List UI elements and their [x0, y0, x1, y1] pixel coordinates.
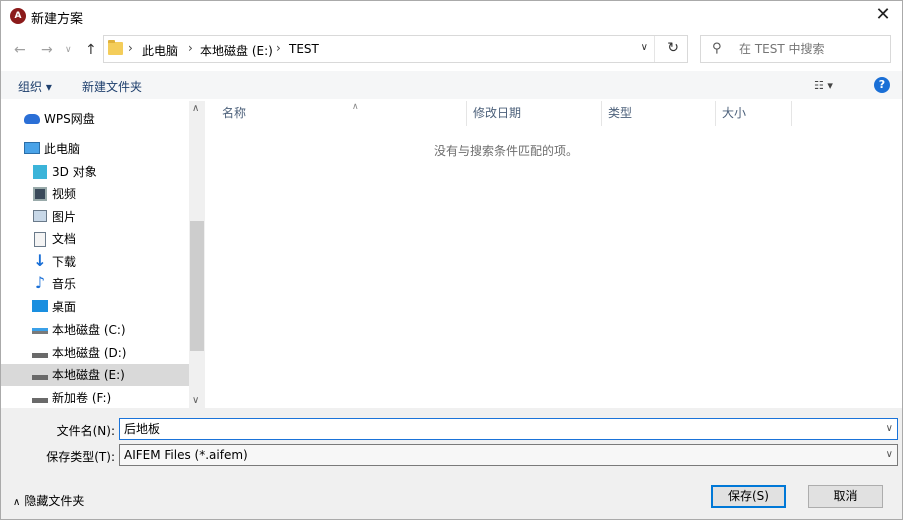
hide-folders-toggle[interactable]: ∧ 隐藏文件夹 [13, 492, 84, 509]
music-icon: ♪ [34, 273, 46, 292]
new-folder-button[interactable]: 新建文件夹 [82, 78, 142, 95]
nav-item-downloads[interactable]: ↓ 下载 [1, 251, 189, 273]
filetype-label: 保存类型(T): [46, 450, 115, 464]
nav-item-documents[interactable]: 文档 [1, 228, 189, 250]
column-header-type[interactable]: 类型 [602, 101, 716, 126]
scroll-thumb[interactable] [190, 221, 204, 351]
folder-icon [108, 40, 123, 55]
recent-chevron-icon[interactable]: ∨ [65, 45, 72, 55]
filetype-select[interactable]: AIFEM Files (*.aifem) ∨ [119, 444, 898, 466]
nav-label: 音乐 [52, 277, 77, 291]
nav-item-drive-c[interactable]: 本地磁盘 (C:) [1, 319, 189, 341]
nav-item-music[interactable]: ♪ 音乐 [1, 273, 189, 295]
title-bar: A 新建方案 ✕ [1, 1, 902, 31]
nav-item-drive-f[interactable]: 新加卷 (F:) [1, 387, 189, 409]
nav-label: 图片 [52, 210, 77, 224]
organize-menu[interactable]: 组织 ▾ [18, 78, 52, 95]
save-dialog: A 新建方案 ✕ ← → ∨ ↑ › 此电脑 › 本地磁盘 (E:) › TES… [0, 0, 903, 520]
file-list: ∧ 名称 修改日期 类型 大小 没有与搜索条件匹配的项。 [206, 101, 902, 408]
video-icon [33, 187, 47, 201]
search-box[interactable]: ⚲ [700, 35, 891, 63]
cloud-icon [24, 114, 40, 124]
hide-folders-label: 隐藏文件夹 [24, 494, 85, 508]
column-label: 修改日期 [473, 106, 522, 120]
breadcrumb-this-pc[interactable]: 此电脑 [142, 42, 178, 59]
column-header-date[interactable]: 修改日期 [467, 101, 602, 126]
nav-label: 3D 对象 [52, 165, 97, 179]
save-button[interactable]: 保存(S) [711, 485, 786, 508]
nav-scrollbar[interactable]: ∧ ∨ [189, 101, 205, 408]
search-input[interactable] [739, 42, 879, 56]
nav-label: 文档 [52, 232, 77, 246]
scroll-up-icon[interactable]: ∧ [192, 103, 199, 114]
cube-icon [33, 165, 47, 179]
nav-item-pictures[interactable]: 图片 [1, 206, 189, 228]
nav-label: WPS网盘 [44, 112, 95, 126]
breadcrumb-drive-e[interactable]: 本地磁盘 (E:) [200, 42, 273, 59]
drive-icon [32, 328, 48, 334]
pictures-icon [33, 210, 47, 222]
refresh-icon[interactable]: ↻ [667, 40, 679, 56]
dialog-footer: 文件名(N): 后地板 ∨ 保存类型(T): AIFEM Files (*.ai… [1, 408, 902, 519]
nav-label: 本地磁盘 (E:) [52, 368, 125, 382]
filename-value: 后地板 [124, 422, 161, 436]
breadcrumb-separator: › [276, 41, 281, 55]
chevron-down-icon[interactable]: ∨ [886, 445, 893, 465]
nav-label: 此电脑 [44, 142, 81, 156]
nav-item-desktop[interactable]: 桌面 [1, 296, 189, 318]
download-icon: ↓ [33, 251, 47, 270]
filename-field[interactable]: 后地板 ∨ [119, 418, 898, 440]
chevron-down-icon[interactable]: ∨ [886, 419, 893, 439]
window-title: 新建方案 [31, 12, 84, 27]
chevron-down-icon[interactable]: ∨ [641, 42, 648, 53]
nav-item-videos[interactable]: 视频 [1, 183, 189, 205]
breadcrumb-separator: › [188, 41, 193, 55]
cancel-button[interactable]: 取消 [808, 485, 883, 508]
column-label: 类型 [608, 106, 633, 120]
chevron-up-icon: ∧ [13, 497, 21, 508]
drive-icon [32, 375, 48, 380]
breadcrumb-separator: › [128, 41, 133, 55]
divider [654, 36, 655, 62]
help-icon[interactable]: ? [874, 77, 890, 93]
nav-item-3d-objects[interactable]: 3D 对象 [1, 161, 189, 183]
nav-item-drive-e[interactable]: 本地磁盘 (E:) [1, 364, 189, 386]
filetype-value: AIFEM Files (*.aifem) [124, 448, 248, 462]
address-bar[interactable]: › 此电脑 › 本地磁盘 (E:) › TEST ∨ ↻ [103, 35, 688, 63]
computer-icon [24, 142, 40, 154]
column-header-name[interactable]: ∧ 名称 [216, 101, 467, 126]
sort-ascending-icon: ∧ [352, 102, 359, 112]
app-icon: A [10, 8, 26, 24]
nav-label: 新加卷 (F:) [52, 391, 112, 405]
column-label: 名称 [222, 106, 247, 120]
up-arrow-icon[interactable]: ↑ [85, 42, 97, 58]
search-icon: ⚲ [712, 41, 722, 56]
scroll-down-icon[interactable]: ∨ [192, 395, 199, 406]
documents-icon [34, 232, 46, 247]
close-button[interactable]: ✕ [872, 4, 894, 26]
nav-label: 下载 [52, 255, 77, 269]
column-header-size[interactable]: 大小 [716, 101, 792, 126]
drive-icon [32, 398, 48, 403]
empty-message: 没有与搜索条件匹配的项。 [433, 144, 578, 158]
desktop-icon [32, 300, 48, 312]
toolbar: 组织 ▾ 新建文件夹 ☷ ▾ ? [1, 71, 902, 99]
drive-icon [32, 353, 48, 358]
breadcrumb-test[interactable]: TEST [289, 42, 319, 56]
column-label: 大小 [722, 106, 747, 120]
nav-item-wps-cloud[interactable]: WPS网盘 [1, 108, 189, 130]
forward-arrow-icon[interactable]: → [41, 42, 53, 58]
nav-label: 本地磁盘 (C:) [52, 323, 126, 337]
view-options-icon[interactable]: ☷ ▾ [814, 79, 833, 92]
nav-label: 视频 [52, 187, 77, 201]
filename-label: 文件名(N): [56, 424, 115, 438]
nav-label: 桌面 [52, 300, 77, 314]
nav-label: 本地磁盘 (D:) [52, 346, 127, 360]
back-arrow-icon[interactable]: ← [14, 42, 26, 58]
nav-item-this-pc[interactable]: 此电脑 [1, 138, 189, 160]
navigation-pane: WPS网盘 此电脑 3D 对象 视频 图片 文档 ↓ 下载 ♪ 音乐 桌面 本地… [1, 101, 205, 408]
nav-item-drive-d[interactable]: 本地磁盘 (D:) [1, 342, 189, 364]
